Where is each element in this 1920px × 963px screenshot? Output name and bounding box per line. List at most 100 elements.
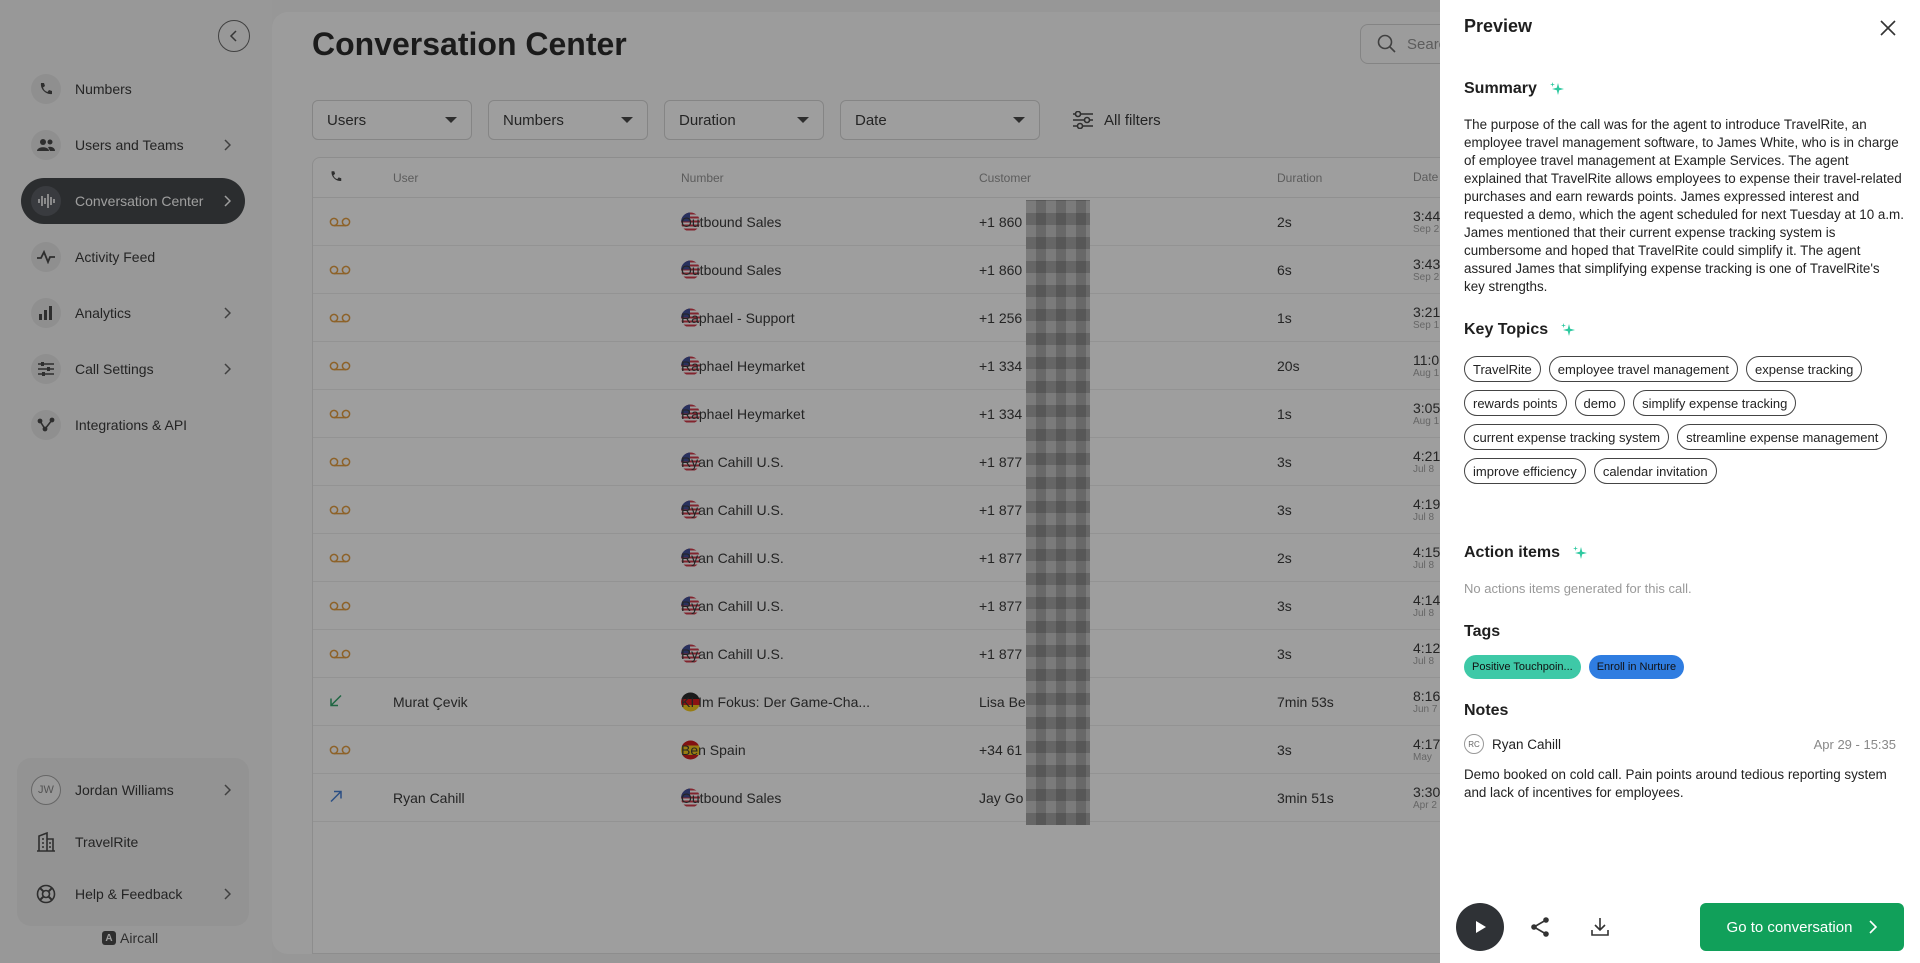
row-day: Sep 1 — [1413, 319, 1440, 331]
collapse-sidebar-button[interactable] — [218, 20, 250, 52]
filter-duration[interactable]: Duration — [664, 100, 824, 140]
notes-title: Notes — [1464, 702, 1509, 719]
action-items-empty: No actions items generated for this call… — [1464, 581, 1692, 596]
filter-label: Duration — [679, 111, 736, 129]
sidebar-item-call-settings[interactable]: Call Settings — [21, 346, 245, 392]
sidebar-item-users-and-teams[interactable]: Users and Teams — [21, 122, 245, 168]
row-user: Murat Çevik — [393, 693, 468, 710]
outbound-call-icon — [329, 789, 343, 806]
topic-chip: improve efficiency — [1464, 458, 1586, 484]
lifebuoy-icon — [31, 879, 61, 909]
share-button[interactable] — [1528, 915, 1552, 939]
row-duration: 20s — [1277, 357, 1300, 374]
sidebar-item-activity-feed[interactable]: Activity Feed — [21, 234, 245, 280]
chevron-left-icon — [229, 30, 237, 42]
voicemail-icon — [329, 358, 351, 374]
row-number-label: Outbound Sales — [681, 261, 782, 278]
row-time: 3:30 — [1413, 783, 1441, 800]
chevron-right-icon — [219, 305, 235, 321]
sidebar-item-analytics[interactable]: Analytics — [21, 290, 245, 336]
building-icon — [31, 827, 61, 857]
all-filters-button[interactable]: All filters — [1072, 111, 1161, 129]
tags-title: Tags — [1464, 623, 1501, 640]
sidebar-item-label: Analytics — [75, 305, 132, 321]
column-number[interactable]: Number — [681, 171, 724, 185]
filter-sliders-icon — [1073, 111, 1093, 129]
note-author: Ryan Cahill — [1492, 736, 1562, 752]
row-date: 3:05 Aug 1 — [1413, 400, 1440, 428]
chevron-right-icon — [219, 782, 235, 798]
account-card: JW Jordan Williams TravelRite Help & Fee… — [17, 758, 249, 926]
go-to-conversation-button[interactable]: Go to conversation — [1700, 903, 1904, 951]
note-body: Demo booked on cold call. Pain points ar… — [1464, 767, 1887, 800]
row-date: 3:44 Sep 2 — [1413, 208, 1440, 236]
row-duration: 3s — [1277, 645, 1292, 662]
column-customer[interactable]: Customer — [979, 171, 1031, 185]
row-time: 4:12 — [1413, 639, 1441, 656]
sidebar-item-conversation-center[interactable]: Conversation Center — [21, 178, 245, 224]
close-icon — [1880, 20, 1896, 36]
row-duration: 3min 51s — [1277, 789, 1334, 806]
chevron-right-icon — [219, 361, 235, 377]
row-time: 8:16 — [1413, 687, 1441, 704]
row-time: 4:21 — [1413, 447, 1441, 464]
key-topics-list: TravelRite employee travel management expe… — [1464, 356, 1904, 484]
sidebar-item-numbers[interactable]: Numbers — [21, 66, 245, 112]
row-number-label: Raphael Heymarket — [681, 357, 805, 374]
all-filters-label: All filters — [1104, 111, 1161, 129]
row-date: 3:43 Sep 2 — [1413, 256, 1440, 284]
help-feedback-item[interactable]: Help & Feedback — [25, 868, 241, 920]
tag-enroll-in-nurture[interactable]: Enroll in Nurture — [1588, 655, 1685, 679]
row-number-label: Ben Spain — [681, 741, 746, 758]
chevron-right-icon — [219, 886, 235, 902]
voicemail-icon — [329, 550, 351, 566]
topic-chip: simplify expense tracking — [1633, 390, 1797, 416]
row-customer: +1 256 — [979, 309, 1023, 326]
voicemail-icon — [329, 310, 351, 326]
note-header: RC Ryan Cahill Apr 29 - 15:35 — [1464, 734, 1896, 754]
filter-date[interactable]: Date — [840, 100, 1040, 140]
brand-footer: A Aircall — [102, 930, 158, 946]
filter-label: Date — [855, 111, 887, 129]
filter-numbers[interactable]: Numbers — [488, 100, 648, 140]
users-icon — [31, 130, 61, 160]
sidebar-item-integrations[interactable]: Integrations & API — [21, 402, 245, 448]
row-customer: +34 61 — [979, 741, 1023, 758]
sidebar-item-label: Activity Feed — [75, 249, 156, 265]
row-duration: 7min 53s — [1277, 693, 1334, 710]
user-menu[interactable]: JW Jordan Williams — [25, 764, 241, 816]
tags-list: Positive Touchpoin... Enroll in Nurture — [1464, 655, 1685, 679]
company-item[interactable]: TravelRite — [25, 816, 241, 868]
download-button[interactable] — [1588, 915, 1612, 939]
row-number-label: Raphael Heymarket — [681, 405, 805, 422]
chevron-right-icon — [219, 137, 235, 153]
voicemail-icon — [329, 646, 351, 662]
avatar: JW — [31, 775, 61, 805]
note-avatar: RC — [1464, 734, 1484, 754]
page-title: Conversation Center — [312, 26, 627, 62]
sidebar-item-label: Integrations & API — [75, 417, 188, 433]
column-user[interactable]: User — [393, 171, 418, 185]
row-duration: 3s — [1277, 501, 1292, 518]
sidebar-item-label: Conversation Center — [75, 193, 204, 209]
topic-chip: streamline expense management — [1677, 424, 1888, 450]
close-button[interactable] — [1876, 16, 1900, 40]
row-duration: 3s — [1277, 597, 1292, 614]
row-number-label: KI Im Fokus: Der Game-Cha... — [681, 693, 871, 710]
filter-users[interactable]: Users — [312, 100, 472, 140]
play-button[interactable] — [1456, 903, 1504, 951]
voicemail-icon — [329, 214, 351, 230]
row-date: 4:15 Jul 8 — [1413, 544, 1440, 572]
row-day: Sep 2 — [1413, 223, 1440, 235]
action-items-title: Action items — [1464, 544, 1561, 561]
row-date: 4:17 May — [1413, 736, 1440, 764]
tag-positive-touchpoint[interactable]: Positive Touchpoin... — [1464, 655, 1581, 679]
column-date[interactable]: Date — [1413, 170, 1438, 185]
row-number-label: Ryan Cahill U.S. — [681, 501, 784, 518]
row-number-label: Ryan Cahill U.S. — [681, 453, 784, 470]
filter-label: Users — [327, 111, 367, 129]
column-duration[interactable]: Duration — [1277, 171, 1322, 185]
row-user: Ryan Cahill — [393, 789, 465, 806]
row-day: Jul 8 — [1413, 463, 1435, 475]
sparkle-icon — [1549, 82, 1564, 95]
